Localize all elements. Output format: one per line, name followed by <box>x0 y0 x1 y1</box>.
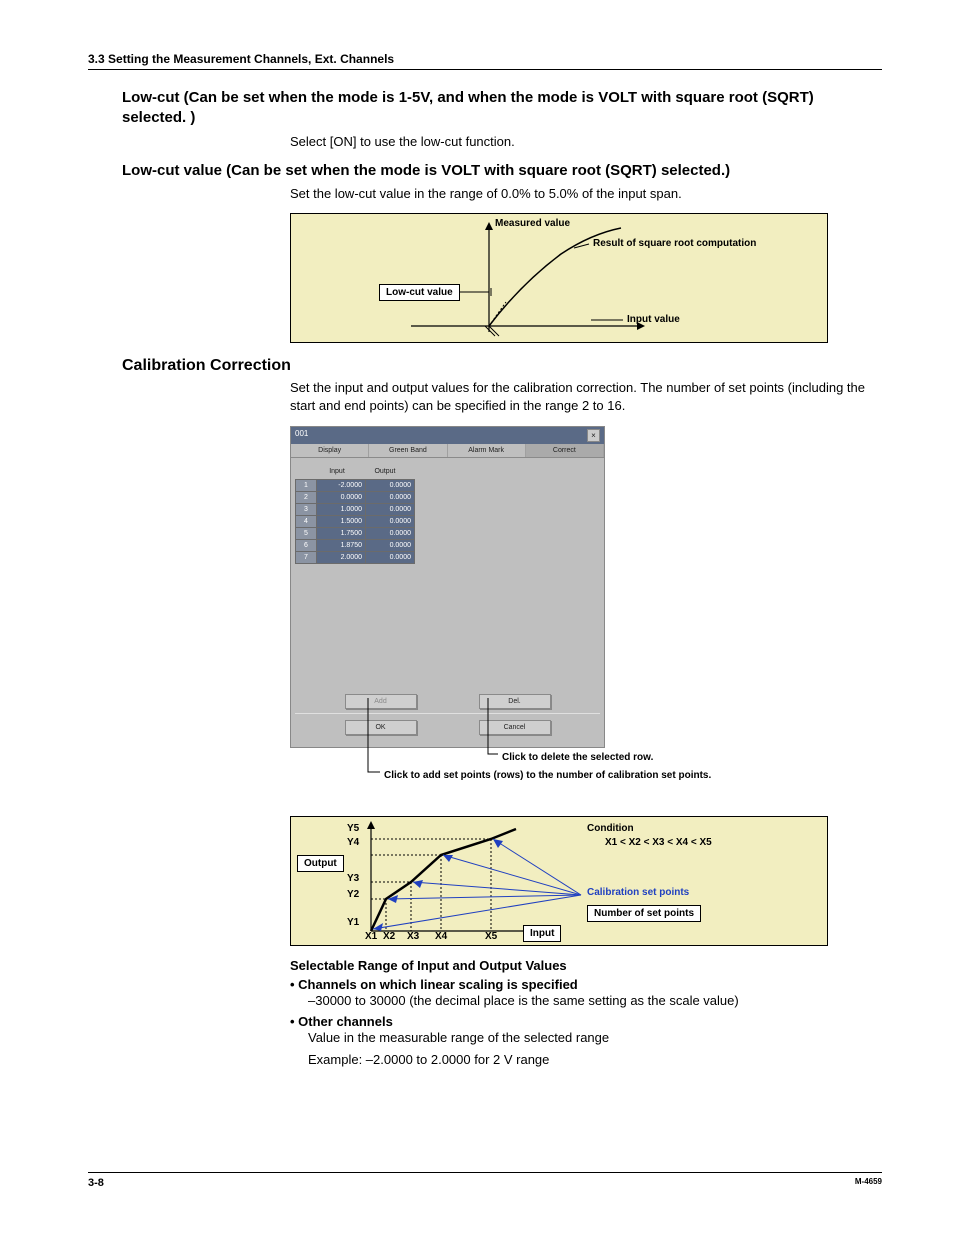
range-b2-t1: Value in the measurable range of the sel… <box>308 1029 882 1047</box>
label-result: Result of square root computation <box>593 238 756 249</box>
page: 3.3 Setting the Measurement Channels, Ex… <box>0 0 954 1235</box>
range-b1-h: • Channels on which linear scaling is sp… <box>290 977 882 992</box>
label-x2: X2 <box>383 931 395 942</box>
table-row: 41.50000.0000 <box>296 515 415 527</box>
label-calib-pts: Calibration set points <box>587 887 689 898</box>
correct-dialog: 001 × Display Green Band Alarm Mark Corr… <box>290 426 605 748</box>
close-icon[interactable]: × <box>587 429 600 442</box>
col-output: Output <box>361 464 409 479</box>
label-y1: Y1 <box>347 917 359 928</box>
tab-greenband[interactable]: Green Band <box>369 444 447 457</box>
label-condition-expr: X1 < X2 < X3 < X4 < X5 <box>605 837 712 848</box>
tab-display[interactable]: Display <box>291 444 369 457</box>
doc-number: M-4659 <box>855 1177 882 1189</box>
dialog-body: Input Output 1-2.00000.0000 20.00000.000… <box>291 458 604 747</box>
label-y2: Y2 <box>347 889 359 900</box>
range-b1-t: –30000 to 30000 (the decimal place is th… <box>308 992 882 1010</box>
table-row: 51.75000.0000 <box>296 527 415 539</box>
calib-diagram: Y5 Y4 Y3 Y2 Y1 Output X1 X2 X3 X4 X5 Inp… <box>290 816 828 946</box>
table-row: 20.00000.0000 <box>296 491 415 503</box>
label-lowcut: Low-cut value <box>379 284 460 301</box>
range-heading: Selectable Range of Input and Output Val… <box>290 958 882 973</box>
table-row: 61.87500.0000 <box>296 539 415 551</box>
label-y5: Y5 <box>347 823 359 834</box>
table-row: 1-2.00000.0000 <box>296 479 415 491</box>
dialog-title: 001 <box>295 429 308 442</box>
label-input2: Input <box>523 925 561 942</box>
tab-alarmmark[interactable]: Alarm Mark <box>448 444 526 457</box>
del-button[interactable]: Del. <box>479 694 551 709</box>
callout-add: Click to add set points (rows) to the nu… <box>384 770 711 781</box>
lowcut-heading: Low-cut (Can be set when the mode is 1-5… <box>122 88 882 129</box>
col-input: Input <box>313 464 361 479</box>
label-x3: X3 <box>407 931 419 942</box>
label-input: Input value <box>627 314 680 325</box>
range-b2-h: • Other channels <box>290 1014 882 1029</box>
lowcut-body: Select [ON] to use the low-cut function. <box>290 133 882 151</box>
page-header: 3.3 Setting the Measurement Channels, Ex… <box>88 52 882 70</box>
tab-correct[interactable]: Correct <box>526 444 604 457</box>
label-x1: X1 <box>365 931 377 942</box>
table-row: 72.00000.0000 <box>296 551 415 563</box>
label-x4: X4 <box>435 931 447 942</box>
add-button[interactable]: Add <box>345 694 417 709</box>
lowcut-value-heading: Low-cut value (Can be set when the mode … <box>122 161 882 181</box>
label-x5: X5 <box>485 931 497 942</box>
label-condition: Condition <box>587 823 634 834</box>
label-output: Output <box>297 855 344 872</box>
range-b2-t2: Example: –2.0000 to 2.0000 for 2 V range <box>308 1051 882 1069</box>
page-footer: 3-8 M-4659 <box>88 1172 882 1189</box>
dialog-tabs: Display Green Band Alarm Mark Correct <box>291 444 604 458</box>
label-y4: Y4 <box>347 837 359 848</box>
lowcut-value-body: Set the low-cut value in the range of 0.… <box>290 185 882 203</box>
correct-table: 1-2.00000.0000 20.00000.0000 31.00000.00… <box>295 479 415 564</box>
dialog-titlebar: 001 × <box>291 427 604 444</box>
calib-heading: Calibration Correction <box>122 357 882 375</box>
callout-del: Click to delete the selected row. <box>502 752 653 763</box>
lowcut-diagram: Measured value Result of square root com… <box>290 213 828 343</box>
label-y3: Y3 <box>347 873 359 884</box>
calib-body: Set the input and output values for the … <box>290 379 882 415</box>
label-measured: Measured value <box>495 218 570 229</box>
table-row: 31.00000.0000 <box>296 503 415 515</box>
page-number: 3-8 <box>88 1177 104 1189</box>
label-num-pts: Number of set points <box>587 905 701 922</box>
